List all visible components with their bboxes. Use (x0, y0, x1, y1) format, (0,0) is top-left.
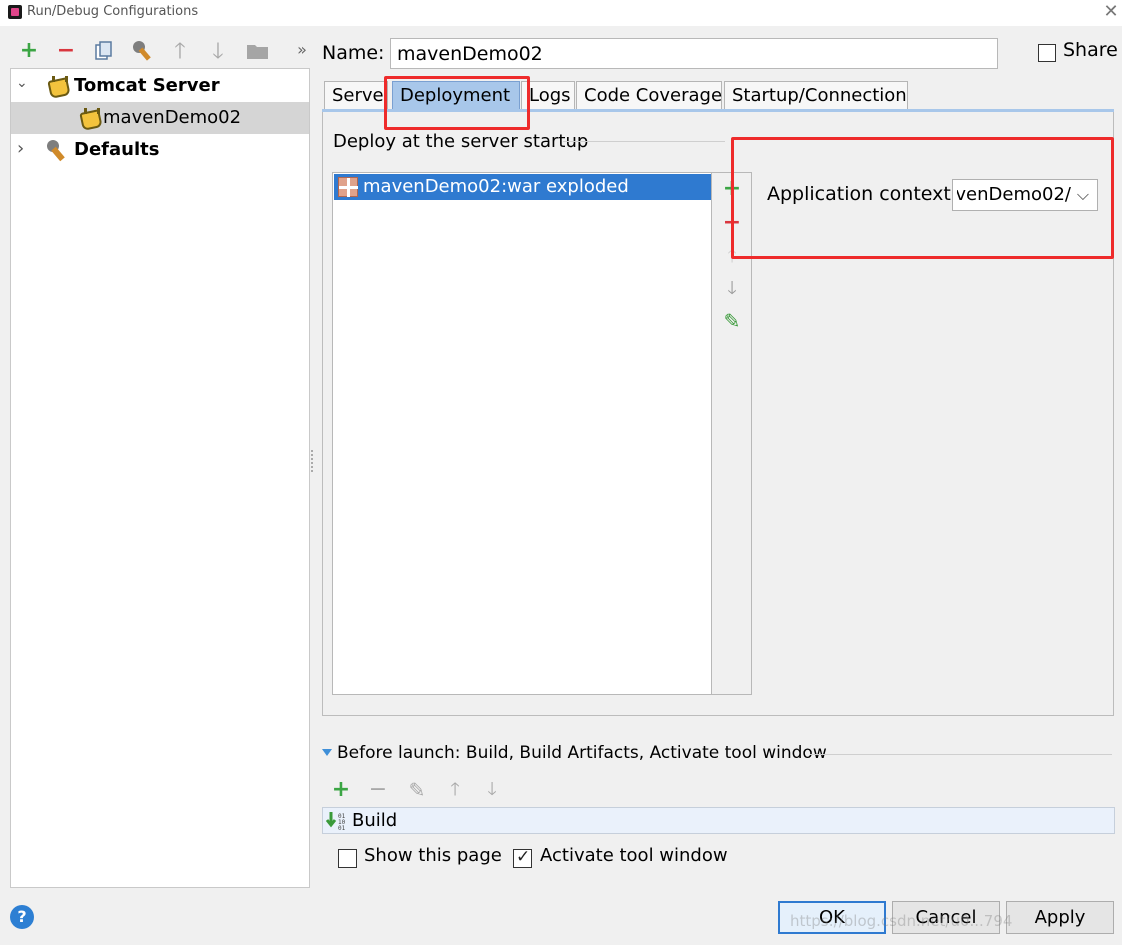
remove-task-icon: − (368, 777, 388, 802)
help-icon[interactable]: ? (10, 905, 34, 929)
deploy-list[interactable]: mavenDemo02:war exploded (332, 172, 712, 695)
section-divider (563, 141, 725, 142)
add-task-icon[interactable]: + (329, 778, 353, 802)
collapsed-arrow-icon[interactable]: › (17, 140, 31, 158)
deploy-section-title: Deploy at the server startup (333, 131, 589, 152)
tree-item-mavendemo02[interactable]: mavenDemo02 (11, 102, 309, 134)
list-item-label: mavenDemo02:war exploded (363, 176, 629, 197)
list-item[interactable]: Build (352, 810, 397, 831)
list-item[interactable]: mavenDemo02:war exploded (334, 174, 711, 200)
move-down-icon[interactable]: 🡓 (720, 277, 744, 301)
highlight-app-context (731, 137, 1114, 259)
more-icon[interactable]: » (290, 38, 314, 62)
copy-icon[interactable] (95, 41, 113, 61)
configuration-tree: ⌄ Tomcat Server mavenDemo02 › Defaults (10, 68, 310, 888)
tree-item-label: Tomcat Server (74, 75, 220, 96)
tomcat-icon (78, 107, 100, 129)
wrench-icon (45, 138, 69, 162)
share-checkbox[interactable] (1038, 44, 1056, 62)
highlight-deployment-tab (384, 76, 530, 130)
edit-defaults-icon[interactable] (131, 39, 155, 63)
svg-text:01: 01 (338, 825, 346, 832)
tree-item-defaults[interactable]: › Defaults (11, 134, 309, 166)
tree-item-tomcat-server[interactable]: ⌄ Tomcat Server (11, 70, 309, 102)
tree-item-label: mavenDemo02 (103, 107, 242, 128)
folder-icon (246, 42, 270, 60)
tab-server[interactable]: Server (324, 81, 388, 110)
artifact-icon (338, 177, 358, 197)
activate-tool-window-checkbox[interactable] (513, 847, 532, 868)
tomcat-icon (46, 75, 68, 97)
close-icon[interactable]: ✕ (1102, 1, 1120, 23)
move-up-icon: 🡑 (174, 39, 186, 64)
window-title: Run/Debug Configurations (27, 4, 199, 19)
section-divider (810, 754, 1112, 755)
tab-startup-connection[interactable]: Startup/Connection (724, 81, 908, 110)
name-label: Name: (322, 42, 385, 64)
remove-icon[interactable]: − (54, 39, 78, 63)
before-launch-label[interactable]: Before launch: Build, Build Artifacts, A… (337, 743, 827, 763)
tab-code-coverage[interactable]: Code Coverage (576, 81, 722, 110)
share-label: Share (1063, 39, 1118, 61)
watermark: https://blog.csdn.net/u0...794 (790, 912, 1013, 930)
add-icon[interactable]: + (17, 39, 41, 63)
show-this-page-label: Show this page (364, 845, 502, 866)
tree-item-label: Defaults (74, 139, 160, 160)
move-up-icon: 🡑 (450, 779, 460, 800)
activate-tool-window-label: Activate tool window (540, 845, 728, 866)
splitter-handle[interactable] (311, 450, 315, 472)
expanded-arrow-icon[interactable]: ⌄ (16, 76, 30, 90)
move-down-icon: 🡓 (487, 779, 497, 800)
name-input[interactable] (390, 38, 998, 69)
before-launch-list[interactable]: 01 10 01 Build (322, 807, 1115, 834)
build-icon: 01 10 01 (325, 810, 350, 832)
edit-task-icon: ✎ (408, 778, 426, 802)
apply-button[interactable]: Apply (1006, 901, 1114, 934)
collapse-triangle-icon[interactable] (322, 749, 332, 756)
move-down-icon: 🡓 (212, 39, 224, 64)
edit-icon[interactable]: ✎ (720, 309, 744, 333)
show-this-page-checkbox[interactable] (338, 849, 357, 868)
app-icon (8, 5, 22, 19)
